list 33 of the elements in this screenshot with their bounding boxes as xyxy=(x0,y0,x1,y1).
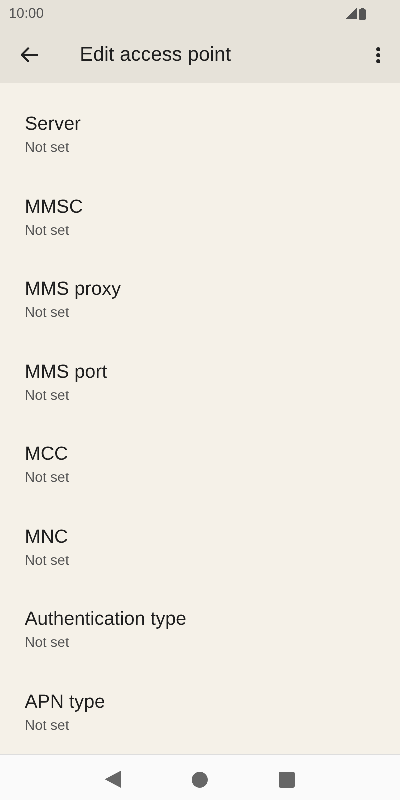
recents-nav-icon[interactable] xyxy=(279,772,295,788)
setting-value: Not set xyxy=(25,220,70,240)
more-vertical-icon xyxy=(376,46,380,64)
battery-icon xyxy=(359,8,366,20)
setting-title: MMS port xyxy=(25,360,108,385)
setting-title: MCC xyxy=(25,443,70,468)
setting-item[interactable]: Server Not set xyxy=(0,94,400,176)
setting-item[interactable]: MMS proxy Not set xyxy=(0,259,400,342)
setting-item[interactable]: MMSC Not set xyxy=(0,176,400,259)
setting-title: Authentication type xyxy=(25,608,188,632)
page-title: Edit access point xyxy=(80,43,232,68)
setting-value: Not set xyxy=(25,303,70,322)
status-time: 10:00 xyxy=(9,4,44,23)
back-arrow-icon xyxy=(21,47,39,63)
setting-value: Not set xyxy=(25,633,70,652)
setting-value: Not set xyxy=(25,138,70,158)
setting-title: Server xyxy=(25,113,82,138)
signal-icon xyxy=(346,8,357,19)
setting-item[interactable]: MNC Not set xyxy=(0,506,400,589)
setting-value: Not set xyxy=(25,468,70,488)
setting-value: Not set xyxy=(25,716,70,735)
setting-value: Not set xyxy=(25,550,70,570)
setting-title: MNC xyxy=(25,526,70,550)
setting-title: APN type xyxy=(25,690,106,715)
setting-value: Not set xyxy=(25,386,70,405)
setting-item[interactable]: MMS port Not set xyxy=(0,342,400,424)
setting-item[interactable]: MCC Not set xyxy=(0,424,400,506)
setting-item[interactable]: APN type Not set xyxy=(0,672,400,754)
home-nav-icon[interactable] xyxy=(192,772,208,788)
setting-item[interactable]: Authentication type Not set xyxy=(0,589,400,672)
back-nav-icon[interactable] xyxy=(105,771,121,788)
setting-title: MMSC xyxy=(25,196,84,220)
setting-title: MMS proxy xyxy=(25,278,122,302)
